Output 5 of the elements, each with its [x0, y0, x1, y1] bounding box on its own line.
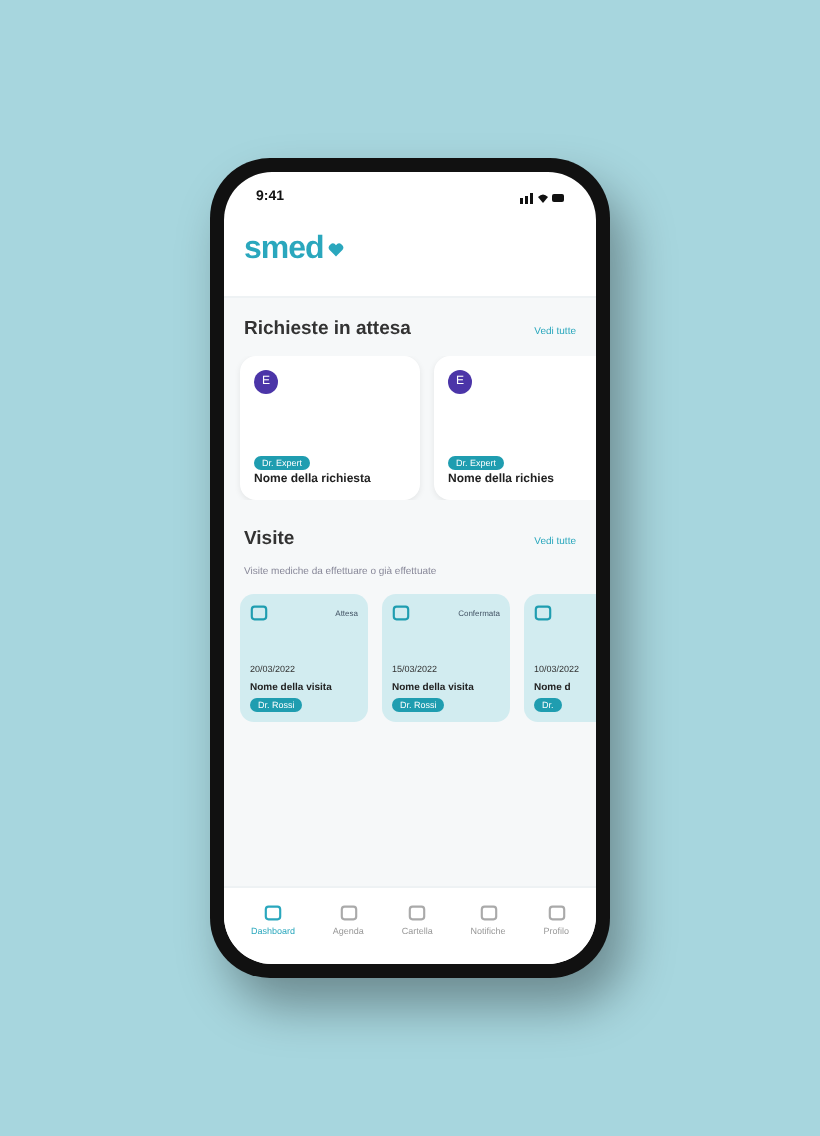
status-icons — [520, 191, 564, 203]
heart-icon — [327, 242, 344, 258]
section-title: Richieste in attesa — [244, 318, 411, 340]
section-title: Visite — [244, 528, 295, 550]
app-logo: smed — [244, 232, 324, 268]
